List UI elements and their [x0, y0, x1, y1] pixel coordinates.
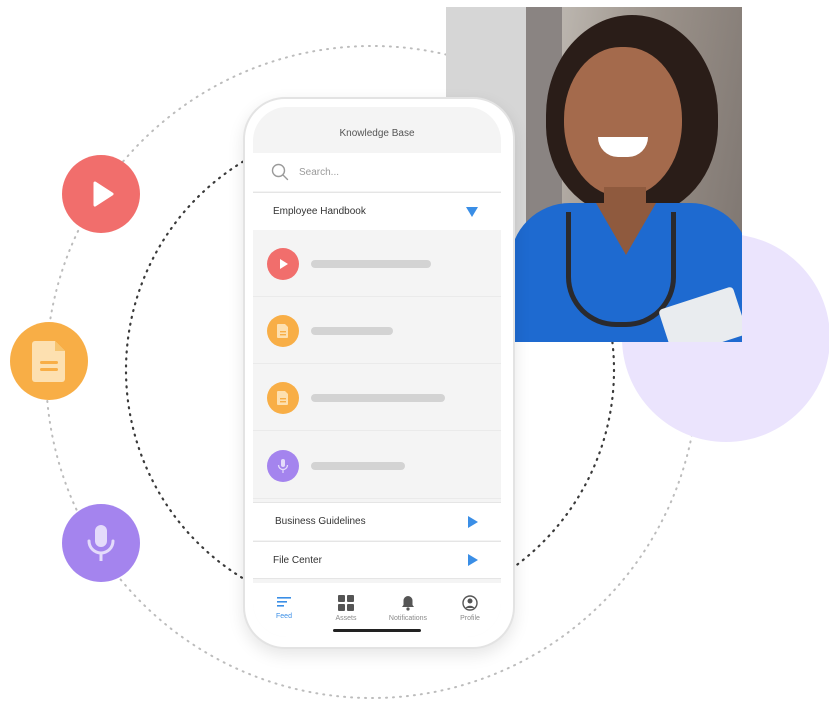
search-bar[interactable]: Search... — [253, 153, 501, 191]
placeholder-bar — [311, 393, 445, 402]
list-item-audio[interactable] — [253, 433, 501, 499]
play-icon — [280, 258, 288, 269]
section-employee-handbook[interactable]: Employee Handbook — [253, 192, 501, 230]
home-indicator — [333, 629, 421, 632]
section-file-center[interactable]: File Center — [253, 541, 501, 579]
play-icon — [93, 181, 114, 207]
video-bubble — [62, 155, 140, 233]
video-item-icon — [267, 247, 299, 280]
document-item-icon — [267, 381, 299, 414]
list-item-document[interactable] — [253, 365, 501, 431]
section-business-guidelines[interactable]: Business Guidelines — [253, 502, 501, 540]
section-label: Employee Handbook — [273, 206, 366, 217]
list-item-video[interactable] — [253, 231, 501, 297]
microphone-icon — [87, 525, 115, 561]
section-label: File Center — [273, 554, 322, 566]
tab-label: Notifications — [388, 615, 428, 622]
tab-label: Assets — [335, 615, 357, 622]
profile-icon — [462, 595, 478, 611]
chevron-right-icon[interactable] — [467, 553, 479, 567]
page-title-text: Knowledge Base — [339, 128, 415, 139]
audio-item-icon — [267, 449, 299, 482]
tab-feed[interactable]: Feed — [259, 595, 309, 620]
search-icon — [271, 163, 289, 181]
placeholder-bar — [311, 461, 405, 470]
tab-profile[interactable]: Profile — [445, 595, 495, 622]
phone-mockup: Knowledge Base Search... Employee Handbo… — [243, 97, 515, 649]
placeholder-bar — [311, 326, 393, 335]
placeholder-bar — [311, 259, 431, 268]
bell-icon — [402, 596, 414, 611]
section-label: Business Guidelines — [275, 516, 366, 527]
chevron-down-icon[interactable] — [465, 206, 479, 218]
feed-icon — [277, 597, 291, 607]
app-screen: Knowledge Base Search... Employee Handbo… — [253, 107, 501, 637]
document-item-icon — [267, 314, 299, 347]
document-icon — [32, 341, 65, 382]
grid-icon — [338, 595, 354, 611]
tab-notifications[interactable]: Notifications — [383, 595, 433, 622]
tab-label: Profile — [460, 615, 480, 622]
document-icon — [277, 323, 288, 338]
document-icon — [277, 390, 288, 405]
page-title: Knowledge Base — [253, 107, 501, 153]
chevron-right-icon[interactable] — [467, 515, 479, 529]
list-item-document[interactable] — [253, 298, 501, 364]
tab-label: Feed — [276, 613, 292, 620]
microphone-icon — [277, 458, 289, 473]
document-bubble — [10, 322, 88, 400]
audio-bubble — [62, 504, 140, 582]
tab-assets[interactable]: Assets — [321, 595, 371, 622]
search-input[interactable]: Search... — [299, 167, 339, 178]
